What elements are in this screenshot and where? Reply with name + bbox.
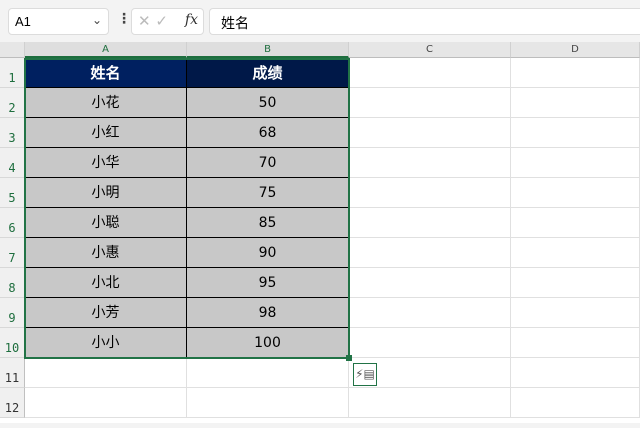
cell-D1[interactable] bbox=[511, 58, 640, 88]
chevron-down-icon[interactable]: ⌄ bbox=[92, 13, 102, 27]
cell-A1[interactable]: 姓名 bbox=[25, 58, 187, 88]
cell-B1[interactable]: 成绩 bbox=[187, 58, 349, 88]
cell-D5[interactable] bbox=[511, 178, 640, 208]
cell-B10[interactable]: 100 bbox=[187, 328, 349, 358]
row-header-8[interactable]: 8 bbox=[0, 268, 25, 298]
row-header-4[interactable]: 4 bbox=[0, 148, 25, 178]
cell-B5[interactable]: 75 bbox=[187, 178, 349, 208]
cell-A5[interactable]: 小明 bbox=[25, 178, 187, 208]
cell-B7[interactable]: 90 bbox=[187, 238, 349, 268]
cell-C10[interactable] bbox=[349, 328, 511, 358]
cell-C3[interactable] bbox=[349, 118, 511, 148]
enter-icon[interactable]: ✓ bbox=[155, 12, 168, 30]
more-options-icon[interactable]: ⋮ bbox=[117, 11, 131, 27]
name-box[interactable]: A1 ⌄ bbox=[8, 8, 109, 35]
cell-C12[interactable] bbox=[349, 388, 511, 418]
cell-A4[interactable]: 小华 bbox=[25, 148, 187, 178]
insert-function-button[interactable]: fx bbox=[185, 12, 198, 28]
select-all-corner[interactable] bbox=[0, 42, 25, 58]
row-header-12[interactable]: 12 bbox=[0, 388, 25, 418]
row-header-11[interactable]: 11 bbox=[0, 358, 25, 388]
cell-A7[interactable]: 小惠 bbox=[25, 238, 187, 268]
cell-C6[interactable] bbox=[349, 208, 511, 238]
cell-D12[interactable] bbox=[511, 388, 640, 418]
cell-C5[interactable] bbox=[349, 178, 511, 208]
cell-A8[interactable]: 小北 bbox=[25, 268, 187, 298]
cell-B8[interactable]: 95 bbox=[187, 268, 349, 298]
cell-C2[interactable] bbox=[349, 88, 511, 118]
row-header-10[interactable]: 10 bbox=[0, 328, 25, 358]
cell-A2[interactable]: 小花 bbox=[25, 88, 187, 118]
column-header-C[interactable]: C bbox=[349, 42, 511, 58]
cell-C8[interactable] bbox=[349, 268, 511, 298]
cell-C9[interactable] bbox=[349, 298, 511, 328]
quick-analysis-icon[interactable]: ⚡▤ bbox=[353, 363, 377, 386]
cell-A6[interactable]: 小聪 bbox=[25, 208, 187, 238]
row-header-7[interactable]: 7 bbox=[0, 238, 25, 268]
column-header-B[interactable]: B bbox=[187, 42, 349, 58]
cell-D10[interactable] bbox=[511, 328, 640, 358]
cell-A3[interactable]: 小红 bbox=[25, 118, 187, 148]
cell-B9[interactable]: 98 bbox=[187, 298, 349, 328]
cell-B2[interactable]: 50 bbox=[187, 88, 349, 118]
cell-B4[interactable]: 70 bbox=[187, 148, 349, 178]
cell-D8[interactable] bbox=[511, 268, 640, 298]
cell-B11[interactable] bbox=[187, 358, 349, 388]
row-header-1[interactable]: 1 bbox=[0, 58, 25, 88]
row-header-2[interactable]: 2 bbox=[0, 88, 25, 118]
row-header-9[interactable]: 9 bbox=[0, 298, 25, 328]
cell-A10[interactable]: 小小 bbox=[25, 328, 187, 358]
cell-D9[interactable] bbox=[511, 298, 640, 328]
cell-D3[interactable] bbox=[511, 118, 640, 148]
row-header-3[interactable]: 3 bbox=[0, 118, 25, 148]
cell-D11[interactable] bbox=[511, 358, 640, 388]
cancel-icon[interactable]: ✕ bbox=[138, 12, 151, 30]
cell-B12[interactable] bbox=[187, 388, 349, 418]
cell-C7[interactable] bbox=[349, 238, 511, 268]
column-header-A[interactable]: A bbox=[25, 42, 187, 58]
cell-C4[interactable] bbox=[349, 148, 511, 178]
formula-buttons: ✕ ✓ fx bbox=[131, 8, 204, 35]
cell-A11[interactable] bbox=[25, 358, 187, 388]
fill-handle[interactable] bbox=[346, 355, 352, 361]
cell-C1[interactable] bbox=[349, 58, 511, 88]
row-header-6[interactable]: 6 bbox=[0, 208, 25, 238]
cell-D2[interactable] bbox=[511, 88, 640, 118]
column-header-D[interactable]: D bbox=[511, 42, 640, 58]
spreadsheet-grid[interactable]: A B C D 1 姓名 成绩 2 小花 50 3 小红 68 4 小华 70 5 小明 75 6 小聪 85 7 小惠 90 8… bbox=[0, 42, 640, 423]
cell-A9[interactable]: 小芳 bbox=[25, 298, 187, 328]
cell-D7[interactable] bbox=[511, 238, 640, 268]
cell-A12[interactable] bbox=[25, 388, 187, 418]
cell-B6[interactable]: 85 bbox=[187, 208, 349, 238]
row-header-5[interactable]: 5 bbox=[0, 178, 25, 208]
cell-D6[interactable] bbox=[511, 208, 640, 238]
cell-B3[interactable]: 68 bbox=[187, 118, 349, 148]
formula-input[interactable]: 姓名 bbox=[209, 8, 640, 35]
cell-D4[interactable] bbox=[511, 148, 640, 178]
name-box-value: A1 bbox=[15, 14, 31, 29]
